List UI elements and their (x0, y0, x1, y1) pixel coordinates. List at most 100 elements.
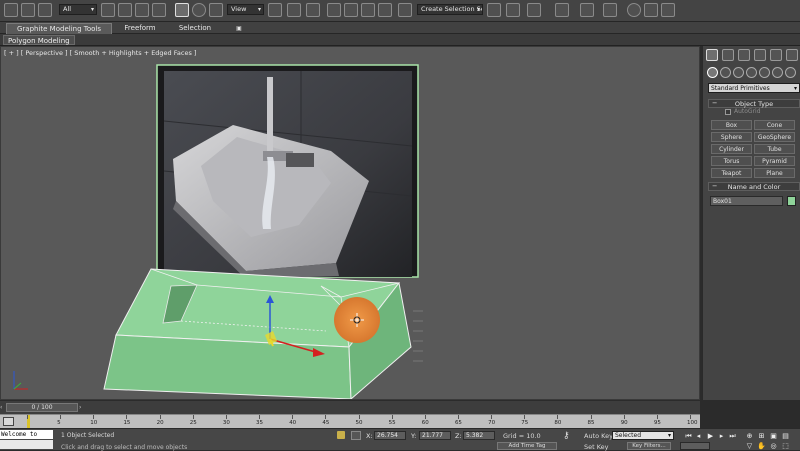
play-icon[interactable]: ▶ (706, 432, 715, 440)
auto-key-button[interactable]: Auto Key (584, 432, 613, 440)
name-and-color-rollout[interactable]: Name and Color (708, 182, 800, 191)
orbit-icon[interactable]: ◎ (769, 442, 778, 450)
reference-coord-dropdown[interactable]: View (227, 4, 264, 15)
undo-icon[interactable] (4, 3, 18, 17)
select-object-icon[interactable] (101, 3, 115, 17)
tab-selection[interactable]: Selection (172, 23, 218, 34)
go-to-end-icon[interactable]: ⏭ (728, 432, 737, 440)
add-time-tag-button[interactable]: Add Time Tag (497, 442, 557, 450)
keyboard-shortcut-icon[interactable] (306, 3, 320, 17)
curve-editor-icon[interactable] (580, 3, 594, 17)
object-name-field[interactable]: Box01 (710, 196, 783, 206)
helpers-icon[interactable] (759, 67, 770, 78)
maxscript-listener-field[interactable]: Welcome to MAX! (0, 430, 53, 447)
maximize-viewport-icon[interactable]: ⬚ (781, 442, 790, 450)
hierarchy-tab-icon[interactable] (738, 49, 750, 61)
select-manipulate-icon[interactable] (287, 3, 301, 17)
field-of-view-icon[interactable]: ▽ (745, 442, 754, 450)
link-icon[interactable] (38, 3, 52, 17)
rectangular-selection-icon[interactable] (135, 3, 149, 17)
x-coordinate-field[interactable]: 26.754 (374, 431, 406, 440)
render-production-icon[interactable] (661, 3, 675, 17)
box-button[interactable]: Box (711, 120, 752, 130)
shapes-icon[interactable] (720, 67, 731, 78)
current-frame-field[interactable] (680, 442, 710, 450)
spinner-snap-icon[interactable] (378, 3, 392, 17)
percent-snap-icon[interactable] (361, 3, 375, 17)
window-crossing-icon[interactable] (152, 3, 166, 17)
z-coordinate-field[interactable]: 5.382 (463, 431, 495, 440)
maxscript-output-field[interactable] (0, 440, 53, 449)
tube-button[interactable]: Tube (754, 144, 795, 154)
plane-button[interactable]: Plane (754, 168, 795, 178)
ribbon-panel-polygon-modeling[interactable]: Polygon Modeling (3, 35, 75, 45)
graphite-toggle-icon[interactable] (555, 3, 569, 17)
time-slider-next-icon[interactable]: › (79, 404, 84, 411)
viewport-label[interactable]: [ + ] [ Perspective ] [ Smooth + Highlig… (4, 49, 196, 57)
geosphere-button[interactable]: GeoSphere (754, 132, 795, 142)
object-type-rollout[interactable]: Object Type (708, 99, 800, 108)
redo-icon[interactable] (21, 3, 35, 17)
pyramid-button[interactable]: Pyramid (754, 156, 795, 166)
render-setup-icon[interactable] (644, 3, 658, 17)
tab-freeform[interactable]: Freeform (118, 23, 162, 34)
viewport-scene[interactable] (1, 47, 700, 400)
display-tab-icon[interactable] (770, 49, 782, 61)
cone-button[interactable]: Cone (754, 120, 795, 130)
next-frame-icon[interactable]: ▸ (717, 432, 726, 440)
space-warps-icon[interactable] (772, 67, 783, 78)
teapot-button[interactable]: Teapot (711, 168, 752, 178)
torus-button[interactable]: Torus (711, 156, 752, 166)
mini-curve-editor-icon[interactable] (3, 417, 14, 426)
material-editor-icon[interactable] (627, 3, 641, 17)
select-move-icon[interactable] (175, 3, 189, 17)
absolute-mode-icon[interactable] (351, 431, 361, 440)
select-rotate-icon[interactable] (192, 3, 206, 17)
utilities-tab-icon[interactable] (786, 49, 798, 61)
systems-icon[interactable] (785, 67, 796, 78)
selection-lock-icon[interactable] (337, 431, 345, 439)
perspective-viewport[interactable]: [ + ] [ Perspective ] [ Smooth + Highlig… (0, 46, 700, 400)
pan-view-icon[interactable]: ✋ (757, 442, 766, 450)
geometry-icon[interactable] (707, 67, 718, 78)
align-icon[interactable] (506, 3, 520, 17)
key-mode-dropdown[interactable]: Selected (612, 431, 674, 440)
angle-snap-icon[interactable] (344, 3, 358, 17)
modify-tab-icon[interactable] (722, 49, 734, 61)
snaps-toggle-icon[interactable] (327, 3, 341, 17)
named-selection-dropdown[interactable]: Create Selection Se (417, 4, 483, 15)
select-scale-icon[interactable] (209, 3, 223, 17)
ribbon-minimize-icon[interactable]: ▣ (234, 23, 244, 34)
cameras-icon[interactable] (746, 67, 757, 78)
create-tab-icon[interactable] (706, 49, 718, 61)
time-slider[interactable]: 0 / 100 (6, 403, 78, 412)
selection-filter-dropdown[interactable]: All (59, 4, 97, 15)
set-key-icon[interactable]: ⚷ (563, 432, 577, 441)
track-tick (656, 415, 658, 419)
motion-tab-icon[interactable] (754, 49, 766, 61)
zoom-icon[interactable]: ⊕ (745, 432, 754, 440)
schematic-view-icon[interactable] (603, 3, 617, 17)
edit-named-selection-icon[interactable] (398, 3, 412, 17)
object-color-swatch[interactable] (787, 196, 796, 206)
lights-icon[interactable] (733, 67, 744, 78)
go-to-start-icon[interactable]: ⏮ (684, 432, 693, 440)
cylinder-button[interactable]: Cylinder (711, 144, 752, 154)
previous-frame-icon[interactable]: ◂ (694, 432, 703, 440)
zoom-extents-icon[interactable]: ▣ (769, 432, 778, 440)
zoom-all-icon[interactable]: ⊞ (757, 432, 766, 440)
sphere-button[interactable]: Sphere (711, 132, 752, 142)
primitive-type-dropdown[interactable]: Standard Primitives (708, 83, 800, 93)
y-coordinate-field[interactable]: 21.777 (419, 431, 451, 440)
layer-manager-icon[interactable] (527, 3, 541, 17)
time-slider-prev-icon[interactable]: ‹ (0, 404, 5, 411)
tab-graphite-modeling-tools[interactable]: Graphite Modeling Tools (6, 23, 112, 34)
zoom-extents-all-icon[interactable]: ▤ (781, 432, 790, 440)
track-bar[interactable]: 5 10 15 20 25 30 35 40 45 50 55 60 65 70 75 80 85 90 95 100 (0, 414, 700, 428)
mirror-icon[interactable] (487, 3, 501, 17)
reference-image-plane[interactable] (156, 64, 419, 279)
pivot-center-icon[interactable] (268, 3, 282, 17)
select-by-name-icon[interactable] (118, 3, 132, 17)
autogrid-checkbox[interactable] (725, 109, 731, 115)
key-filters-button[interactable]: Key Filters... (627, 442, 671, 450)
